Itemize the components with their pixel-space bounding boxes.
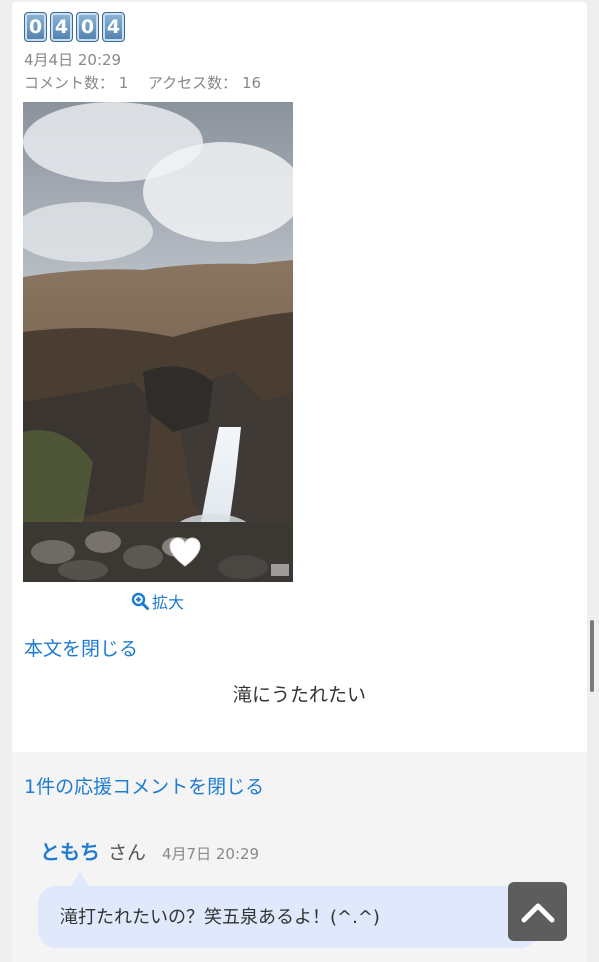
post-title-keycaps: 0 4 0 4 — [24, 12, 125, 42]
comment-header: ともち さん 4月7日 20:29 — [40, 836, 259, 865]
commenter-name[interactable]: ともち — [40, 836, 100, 865]
post-body-text: 滝にうたれたい — [232, 684, 366, 706]
keycap-digit: 0 — [76, 12, 99, 42]
post-stats: コメント数： 1 アクセス数： 16 — [24, 72, 261, 93]
keycap-digit: 0 — [24, 12, 47, 42]
scroll-to-top-button[interactable] — [508, 882, 567, 941]
close-body-link[interactable]: 本文を閉じる — [24, 634, 138, 661]
comment-time: 4月7日 20:29 — [162, 845, 260, 863]
commenter-honorific: さん — [108, 842, 147, 864]
access-count: 16 — [241, 74, 262, 92]
heart-icon[interactable] — [168, 536, 202, 570]
zoom-label: 拡大 — [152, 593, 185, 612]
chevron-up-icon — [521, 903, 554, 922]
keycap-digit: 4 — [50, 12, 73, 42]
post-date: 4月4日 20:29 — [24, 51, 122, 69]
comment-count: 1 — [118, 74, 129, 92]
comment-count-label: コメント数： — [24, 74, 115, 92]
access-count-label: アクセス数： — [147, 74, 238, 92]
scrollbar[interactable] — [590, 620, 594, 692]
comment-text: 滝打たれたいの？笑五泉あるよ！(^.^) — [60, 907, 380, 928]
magnify-plus-icon — [131, 592, 149, 610]
close-comments-link[interactable]: 1件の応援コメントを閉じる — [24, 772, 264, 799]
zoom-link[interactable]: 拡大 — [131, 589, 184, 613]
post-photo[interactable] — [23, 102, 293, 582]
keycap-digit: 4 — [102, 12, 125, 42]
